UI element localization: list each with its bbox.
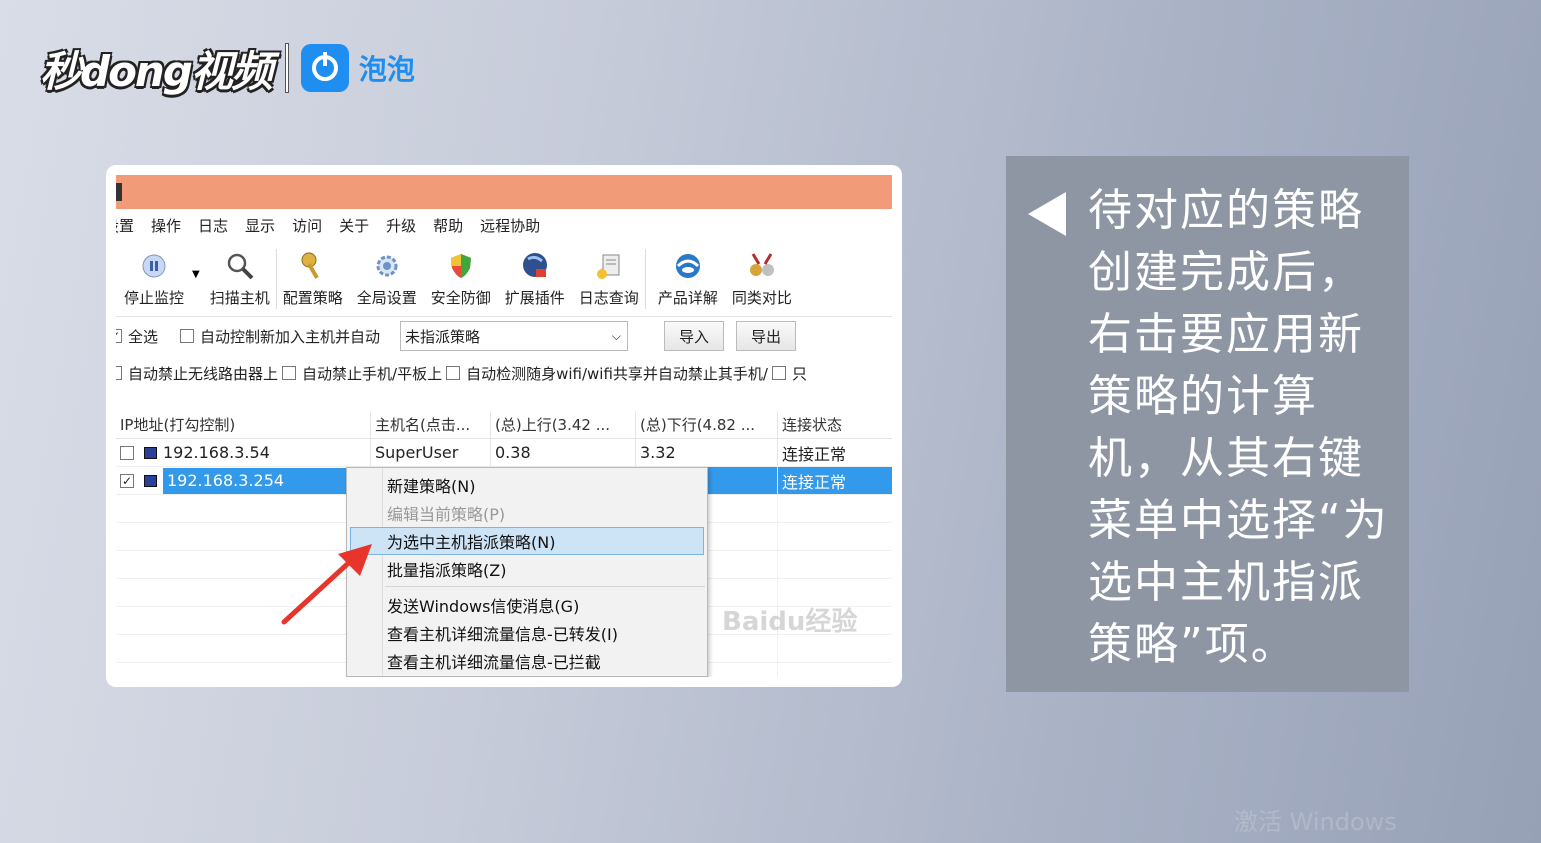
menu-help[interactable]: 帮助 — [433, 215, 463, 236]
menu-settings[interactable]: 设置 — [116, 215, 134, 236]
brand-divider — [284, 43, 289, 93]
only-checkbox[interactable] — [771, 366, 786, 380]
menu-item-assign-policy[interactable]: 为选中主机指派策略(N) — [387, 528, 555, 554]
toolbar: 停止监控 ▼ 扫描主机 配置策略 全局设置 安全防御 扩展插件 日志查询 产品详… — [116, 241, 892, 317]
menu-display[interactable]: 显示 — [245, 215, 275, 236]
config-policy-button[interactable]: 配置策略 — [283, 249, 343, 308]
brand-sub-name: 泡泡 — [358, 53, 415, 86]
menu-log[interactable]: 日志 — [198, 215, 228, 236]
global-settings-button[interactable]: 全局设置 — [357, 249, 417, 308]
magnifier-icon — [224, 249, 256, 283]
menu-item-traffic-blocked[interactable]: 查看主机详细流量信息-已拦截 — [387, 648, 601, 674]
extension-plugin-button[interactable]: 扩展插件 — [505, 249, 565, 308]
triangle-left-icon — [1028, 192, 1066, 236]
globe-icon — [672, 249, 704, 283]
row-checkbox[interactable]: ✓ — [120, 473, 134, 488]
policy-select[interactable]: 未指派策略 ⌵ — [400, 321, 629, 351]
baidu-watermark: Baidu经验 — [722, 607, 858, 637]
compare-button[interactable]: 同类对比 — [732, 249, 792, 308]
computer-icon — [144, 446, 157, 459]
caption-panel: 待对应的策略创建完成后，右击要应用新策略的计算机，从其右键菜单中选择“为选中主机… — [1006, 156, 1409, 692]
log-icon — [593, 249, 625, 283]
menu-remote-assist[interactable]: 远程协助 — [480, 215, 540, 236]
export-button[interactable]: 导出 — [736, 321, 797, 351]
menu-operate[interactable]: 操作 — [151, 215, 181, 236]
select-all-label: 全选 — [128, 327, 159, 346]
menu-bar: 设置 操作 日志 显示 访问 关于 升级 帮助 远程协助 — [116, 209, 892, 241]
row-checkbox[interactable] — [120, 445, 134, 460]
pause-icon — [138, 249, 170, 283]
computer-icon — [144, 474, 157, 487]
auto-control-checkbox[interactable] — [180, 329, 195, 343]
os-activation-watermark: 激活 Windows — [1234, 808, 1397, 836]
brand-logo-area: 秒dong视频 泡泡 — [40, 36, 415, 100]
product-details-button[interactable]: 产品详解 — [658, 249, 718, 308]
stop-monitor-button[interactable]: 停止监控 — [124, 249, 184, 308]
menu-item-edit-policy: 编辑当前策略(P) — [387, 505, 506, 524]
plugin-icon — [519, 249, 551, 283]
key-icon — [297, 249, 329, 283]
app-window: 设置 操作 日志 显示 访问 关于 升级 帮助 远程协助 停止监控 ▼ 扫描主机 — [116, 175, 892, 677]
log-query-button[interactable]: 日志查询 — [579, 249, 639, 308]
import-button[interactable]: 导入 — [664, 321, 725, 351]
context-menu: 新建策略(N) 编辑当前策略(P) 为选中主机指派策略(N) 批量指派策略(Z)… — [346, 467, 708, 677]
menu-upgrade[interactable]: 升级 — [386, 215, 416, 236]
auto-control-label: 自动控制新加入主机并自动 — [200, 327, 381, 346]
app-icon — [116, 183, 122, 201]
col-status[interactable]: 连接状态 — [778, 411, 892, 438]
power-icon — [300, 44, 349, 92]
options-row-1: ✓ 全选 自动控制新加入主机并自动 未指派策略 ⌵ 导入 导出 — [116, 317, 892, 355]
medal-icon — [746, 249, 778, 283]
menu-item-traffic-forwarded[interactable]: 查看主机详细流量信息-已转发(I) — [387, 620, 618, 646]
title-bar — [116, 175, 892, 209]
toolbar-divider — [275, 249, 277, 309]
select-all-checkbox[interactable]: ✓ — [116, 329, 122, 343]
chevron-down-icon: ⌵ — [611, 328, 622, 343]
disable-router-checkbox[interactable] — [116, 366, 122, 380]
caption-text: 待对应的策略创建完成后，右击要应用新策略的计算机，从其右键菜单中选择“为选中主机… — [1088, 185, 1389, 670]
menu-about[interactable]: 关于 — [339, 215, 369, 236]
col-upload[interactable]: (总)上行(3.42 ... — [491, 411, 636, 438]
security-defense-button[interactable]: 安全防御 — [431, 249, 491, 308]
detect-wifi-checkbox[interactable] — [446, 366, 461, 380]
brand-name: 秒dong视频 — [40, 46, 273, 96]
disable-mobile-checkbox[interactable] — [282, 366, 297, 380]
dropdown-arrow-icon[interactable]: ▼ — [192, 269, 200, 280]
table-row[interactable]: 192.168.3.54 SuperUser 0.38 3.32 连接正常 — [116, 439, 892, 467]
menu-separator — [385, 586, 705, 587]
shield-icon — [445, 249, 477, 283]
col-ip[interactable]: IP地址(打勾控制) — [116, 411, 371, 438]
gear-icon — [371, 249, 403, 283]
toolbar-divider — [644, 249, 646, 309]
menu-access[interactable]: 访问 — [292, 215, 322, 236]
options-row-2: 自动禁止无线路由器上 自动禁止手机/平板上 自动检测随身wifi/wifi共享并… — [116, 355, 892, 391]
red-arrow-icon — [281, 544, 372, 625]
screenshot-card: 设置 操作 日志 显示 访问 关于 升级 帮助 远程协助 停止监控 ▼ 扫描主机 — [106, 165, 902, 687]
menu-item-new-policy[interactable]: 新建策略(N) — [387, 472, 475, 498]
col-download[interactable]: (总)下行(4.82 ... — [636, 411, 778, 438]
col-hostname[interactable]: 主机名(点击... — [371, 411, 491, 438]
table-header: IP地址(打勾控制) 主机名(点击... (总)上行(3.42 ... (总)下… — [116, 411, 892, 439]
menu-item-send-message[interactable]: 发送Windows信使消息(G) — [387, 592, 579, 618]
scan-host-button[interactable]: 扫描主机 — [210, 249, 270, 308]
menu-item-batch-assign[interactable]: 批量指派策略(Z) — [387, 556, 506, 582]
